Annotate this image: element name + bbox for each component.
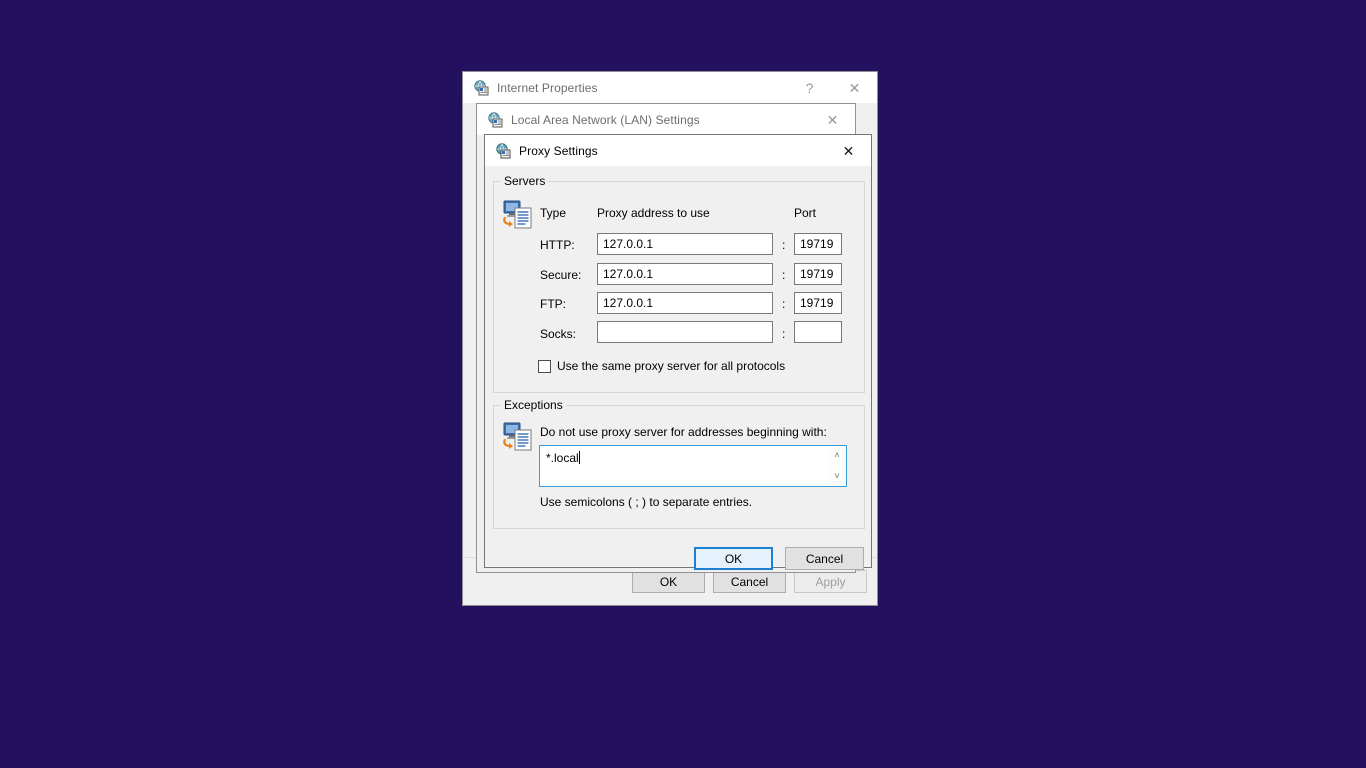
- internet-properties-icon: [473, 80, 489, 96]
- chevron-down-icon[interactable]: ˅: [834, 472, 839, 481]
- socks-address-input[interactable]: [597, 321, 773, 343]
- close-icon: ✕: [827, 113, 839, 127]
- cancel-button-proxy-settings[interactable]: Cancel: [785, 547, 864, 570]
- text-caret: [579, 451, 580, 464]
- ok-label: OK: [660, 575, 677, 589]
- titlebar-buttons-proxy-settings: ✕: [826, 135, 871, 166]
- exceptions-group-label: Exceptions: [501, 398, 566, 412]
- separator-colon-socks: :: [782, 327, 785, 341]
- titlebar-buttons-lan-settings: ✕: [810, 104, 855, 135]
- proxy-server-icon: [502, 198, 534, 230]
- separator-colon-http: :: [782, 238, 785, 252]
- close-icon: ✕: [843, 144, 855, 158]
- titlebar-proxy-settings[interactable]: Proxy Settings ✕: [485, 135, 871, 166]
- ok-label: OK: [725, 552, 742, 566]
- secure-address-input[interactable]: [597, 263, 773, 285]
- exceptions-description: Do not use proxy server for addresses be…: [540, 425, 827, 439]
- ok-button-internet-properties[interactable]: OK: [632, 570, 705, 593]
- column-header-address: Proxy address to use: [597, 206, 710, 220]
- titlebar-lan-settings[interactable]: Local Area Network (LAN) Settings ✕: [477, 104, 855, 135]
- same-proxy-checkbox[interactable]: [538, 360, 551, 373]
- row-label-http: HTTP:: [540, 238, 575, 252]
- row-label-ftp: FTP:: [540, 297, 566, 311]
- exceptions-input[interactable]: *.local ˄ ˅: [539, 445, 847, 487]
- apply-label: Apply: [815, 575, 845, 589]
- separator-colon-ftp: :: [782, 297, 785, 311]
- window-title-proxy-settings: Proxy Settings: [519, 144, 598, 158]
- same-proxy-checkbox-row[interactable]: Use the same proxy server for all protoc…: [538, 359, 785, 373]
- window-title-internet-properties: Internet Properties: [497, 81, 598, 95]
- secure-port-input[interactable]: [794, 263, 842, 285]
- chevron-up-icon[interactable]: ˄: [834, 451, 839, 460]
- internet-properties-icon: [487, 112, 503, 128]
- window-proxy-settings[interactable]: Proxy Settings ✕ Servers: [484, 134, 872, 568]
- column-header-type: Type: [540, 206, 566, 220]
- proxy-settings-body: Servers Type Proxy address to use: [485, 166, 871, 567]
- titlebar-buttons-internet-properties: ? ✕: [787, 72, 877, 103]
- ftp-port-input[interactable]: [794, 292, 842, 314]
- close-icon: ✕: [849, 81, 861, 95]
- servers-group-label: Servers: [501, 174, 548, 188]
- row-label-socks: Socks:: [540, 327, 576, 341]
- socks-port-input[interactable]: [794, 321, 842, 343]
- help-icon: ?: [806, 81, 814, 95]
- separator-colon-secure: :: [782, 268, 785, 282]
- http-address-input[interactable]: [597, 233, 773, 255]
- exceptions-hint: Use semicolons ( ; ) to separate entries…: [540, 495, 752, 509]
- cancel-label: Cancel: [806, 552, 843, 566]
- exceptions-value: *.local: [546, 451, 579, 465]
- close-button-lan-settings[interactable]: ✕: [810, 104, 855, 135]
- window-title-lan-settings: Local Area Network (LAN) Settings: [511, 113, 700, 127]
- cancel-button-internet-properties[interactable]: Cancel: [713, 570, 786, 593]
- column-header-port: Port: [794, 206, 816, 220]
- titlebar-internet-properties[interactable]: Internet Properties ? ✕: [463, 72, 877, 103]
- help-button[interactable]: ?: [787, 72, 832, 103]
- close-button-internet-properties[interactable]: ✕: [832, 72, 877, 103]
- exceptions-group: Exceptions Do not use proxy server for a…: [493, 405, 865, 529]
- internet-properties-icon: [495, 143, 511, 159]
- http-port-input[interactable]: [794, 233, 842, 255]
- ok-button-proxy-settings[interactable]: OK: [694, 547, 773, 570]
- same-proxy-checkbox-label: Use the same proxy server for all protoc…: [557, 359, 785, 373]
- exceptions-scrollbar[interactable]: ˄ ˅: [829, 447, 845, 485]
- servers-group: Servers Type Proxy address to use: [493, 181, 865, 393]
- apply-button-internet-properties: Apply: [794, 570, 867, 593]
- row-label-secure: Secure:: [540, 268, 581, 282]
- ftp-address-input[interactable]: [597, 292, 773, 314]
- proxy-exceptions-icon: [502, 420, 534, 452]
- close-button-proxy-settings[interactable]: ✕: [826, 135, 871, 166]
- cancel-label: Cancel: [731, 575, 768, 589]
- exceptions-value-wrapper: *.local: [546, 451, 580, 465]
